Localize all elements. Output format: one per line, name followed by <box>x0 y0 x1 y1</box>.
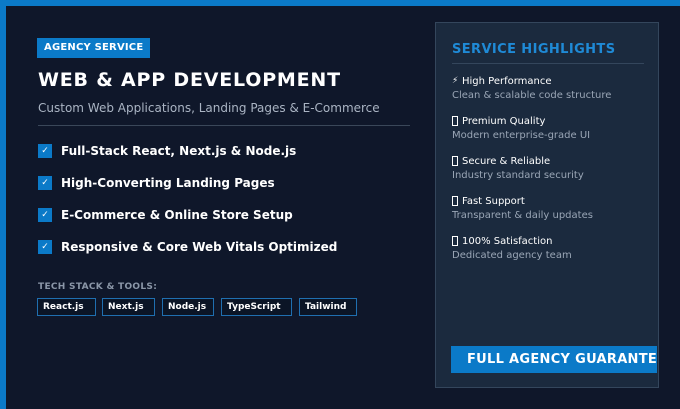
page-title: WEB & APP DEVELOPMENT <box>38 69 341 91</box>
checkbox-icon: ✓ <box>38 144 52 158</box>
tech-chip: Tailwind <box>299 298 357 316</box>
highlight-desc: Clean & scalable code structure <box>452 90 612 101</box>
missing-glyph-icon <box>452 156 458 166</box>
highlight-item: Fast Support Transparent & daily updates <box>452 194 593 223</box>
highlight-item: ⚡ High Performance Clean & scalable code… <box>452 74 611 103</box>
highlight-title: Fast Support <box>462 195 525 207</box>
missing-glyph-icon <box>452 196 458 206</box>
highlight-desc: Transparent & daily updates <box>452 210 593 221</box>
feature-label: Responsive & Core Web Vitals Optimized <box>61 240 338 254</box>
missing-glyph-icon <box>452 116 458 126</box>
checkbox-icon: ✓ <box>38 208 52 222</box>
divider <box>38 125 410 126</box>
service-highlights-card: SERVICE HIGHLIGHTS ⚡ High Performance Cl… <box>435 22 659 388</box>
checkbox-icon: ✓ <box>38 176 52 190</box>
missing-glyph-icon <box>452 236 458 246</box>
tech-stack-title: TECH STACK & TOOLS: <box>38 282 158 292</box>
page-subtitle: Custom Web Applications, Landing Pages &… <box>38 101 380 115</box>
highlight-title: Secure & Reliable <box>462 155 551 167</box>
highlight-title: High Performance <box>462 75 552 87</box>
feature-item: ✓ High-Converting Landing Pages <box>38 175 275 191</box>
tech-chip: React.js <box>37 298 96 316</box>
highlight-item: 100% Satisfaction Dedicated agency team <box>452 234 572 263</box>
highlight-title: 100% Satisfaction <box>462 235 553 247</box>
highlight-desc: Dedicated agency team <box>452 250 572 261</box>
checkbox-icon: ✓ <box>38 240 52 254</box>
highlight-desc: Modern enterprise-grade UI <box>452 130 591 141</box>
tech-chip: Node.js <box>162 298 214 316</box>
highlight-title: Premium Quality <box>462 115 546 127</box>
feature-label: Full-Stack React, Next.js & Node.js <box>61 144 297 158</box>
feature-label: High-Converting Landing Pages <box>61 176 275 190</box>
feature-label: E-Commerce & Online Store Setup <box>61 208 293 222</box>
feature-item: ✓ Full-Stack React, Next.js & Node.js <box>38 143 296 159</box>
lightning-icon: ⚡ <box>452 76 459 86</box>
highlight-item: Premium Quality Modern enterprise-grade … <box>452 114 590 143</box>
highlight-desc: Industry standard security <box>452 170 584 181</box>
guarantee-button[interactable]: FULL AGENCY GUARANTEE <box>451 346 657 373</box>
tech-chip: Next.js <box>102 298 155 316</box>
feature-item: ✓ Responsive & Core Web Vitals Optimized <box>38 239 337 255</box>
highlight-item: Secure & Reliable Industry standard secu… <box>452 154 584 183</box>
highlights-title: SERVICE HIGHLIGHTS <box>452 42 616 57</box>
feature-item: ✓ E-Commerce & Online Store Setup <box>38 207 293 223</box>
tech-chip: TypeScript <box>221 298 292 316</box>
agency-service-badge: AGENCY SERVICE <box>37 38 151 58</box>
divider <box>452 63 644 64</box>
